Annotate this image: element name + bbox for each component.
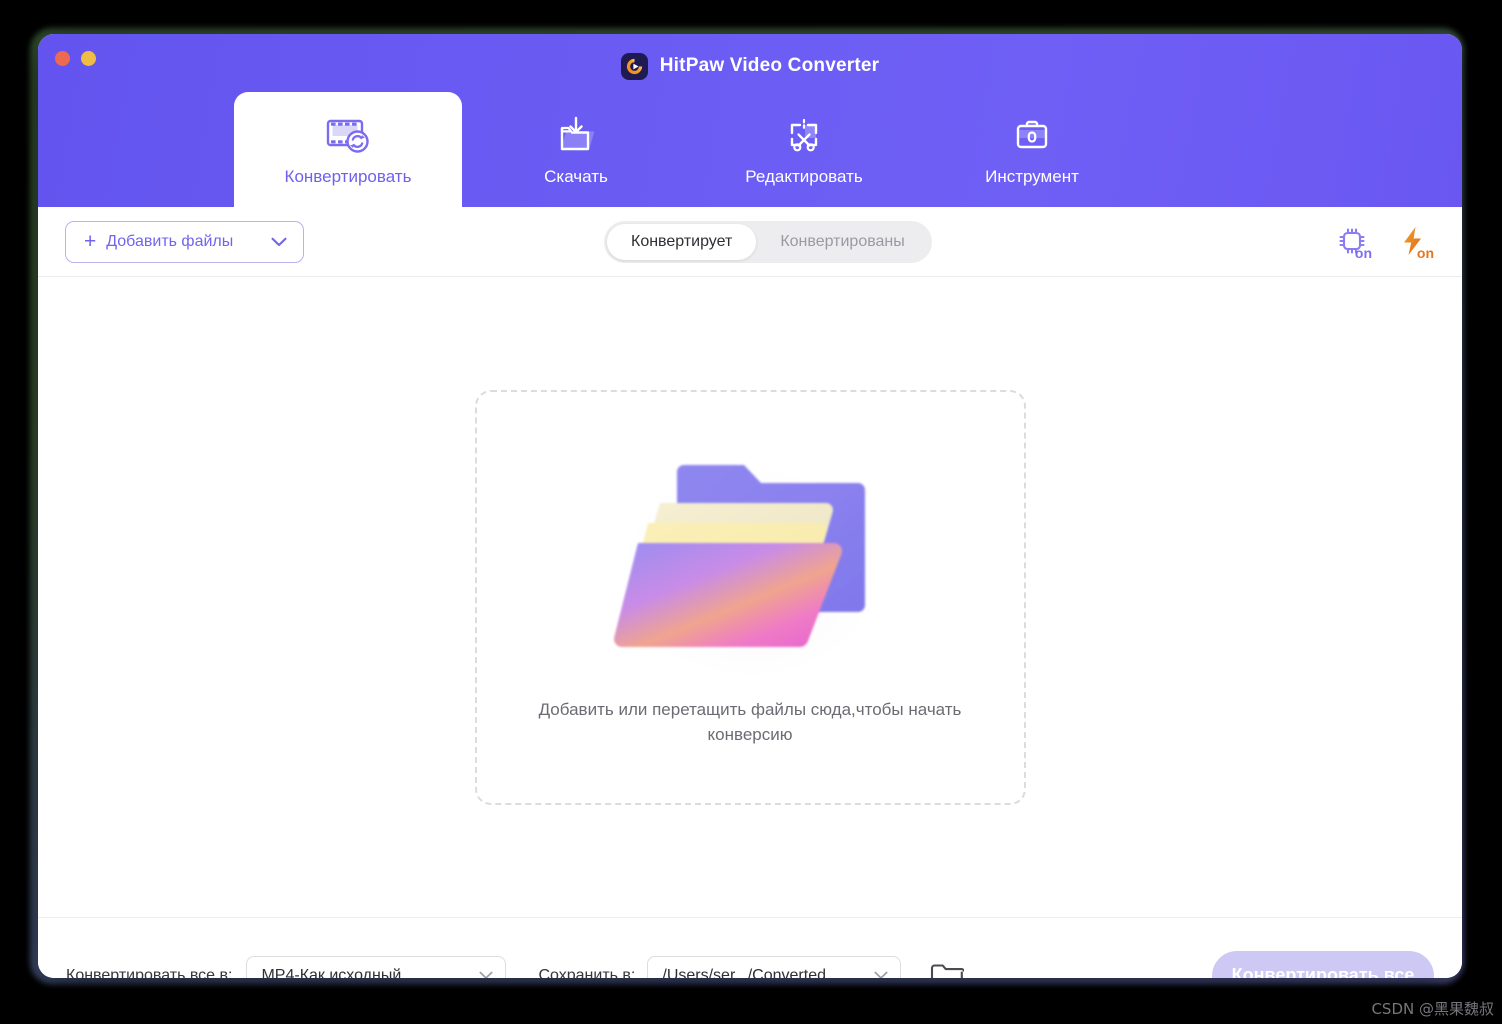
tab-convert[interactable]: Конвертировать <box>234 92 462 207</box>
main-tabs: Конвертировать Скачать Редактировать Инс… <box>38 92 1462 207</box>
toolbar-right-icons: on on <box>1330 219 1436 263</box>
toolbox-icon <box>1010 113 1054 159</box>
chevron-down-icon[interactable] <box>271 237 287 247</box>
footer-bar: Конвертировать все в: MP4-Как исходный С… <box>38 917 1462 978</box>
film-convert-icon <box>326 113 370 159</box>
toolbar: + Добавить файлы Конвертирует Конвертиро… <box>38 207 1462 277</box>
tab-download-label: Скачать <box>544 166 608 186</box>
hitpaw-logo-icon <box>620 52 648 80</box>
status-segmented-control: Конвертирует Конвертированы <box>604 221 932 263</box>
cpu-state-label: on <box>1354 245 1372 261</box>
dropzone-message: Добавить или перетащить файлы сюда,чтобы… <box>538 699 962 745</box>
format-select[interactable]: MP4-Как исходный <box>246 955 507 979</box>
convert-all-button[interactable]: Конвертировать все <box>1212 950 1434 978</box>
tab-tools[interactable]: Инструмент <box>918 92 1146 207</box>
segment-converted[interactable]: Конвертированы <box>756 224 928 260</box>
tab-edit-label: Редактировать <box>745 166 863 186</box>
lightning-bolt-icon[interactable]: on <box>1392 219 1436 263</box>
file-dropzone[interactable]: Добавить или перетащить файлы сюда,чтобы… <box>474 389 1026 805</box>
plus-icon: + <box>84 230 97 253</box>
tab-tools-label: Инструмент <box>985 166 1079 186</box>
main-content: Добавить или перетащить файлы сюда,чтобы… <box>38 277 1462 917</box>
chevron-down-icon[interactable] <box>874 971 888 978</box>
screen-root: HitPaw Video Converter Конвертировать Ск… <box>0 0 1502 1024</box>
folder-3d-illustration <box>600 429 900 679</box>
app-title: HitPaw Video Converter <box>659 55 880 76</box>
segment-converting[interactable]: Конвертирует <box>607 224 757 260</box>
chevron-down-icon[interactable] <box>479 971 493 978</box>
app-window: HitPaw Video Converter Конвертировать Ск… <box>38 34 1462 978</box>
watermark: CSDN @黑果魏叔 <box>1371 1000 1494 1018</box>
folder-open-icon[interactable] <box>927 956 967 978</box>
convert-all-to-label: Конвертировать все в: <box>66 966 233 979</box>
add-files-label: Добавить файлы <box>106 232 234 250</box>
crop-scissors-icon <box>781 113 827 159</box>
save-to-label: Сохранить в: <box>538 966 636 979</box>
tab-download[interactable]: Скачать <box>462 92 690 207</box>
path-select-value: /Users/ser.../Converted <box>662 966 826 979</box>
tab-edit[interactable]: Редактировать <box>690 92 918 207</box>
format-select-value: MP4-Как исходный <box>261 966 402 979</box>
convert-all-to-group: Конвертировать все в: MP4-Как исходный <box>66 955 507 979</box>
title-bar: HitPaw Video Converter <box>38 51 1462 81</box>
save-to-group: Сохранить в: /Users/ser.../Converted <box>538 955 967 979</box>
window-header: HitPaw Video Converter Конвертировать Ск… <box>38 34 1462 207</box>
download-folder-icon <box>553 113 599 159</box>
cpu-chip-icon[interactable]: on <box>1330 219 1374 263</box>
add-files-button[interactable]: + Добавить файлы <box>65 220 305 263</box>
boost-state-label: on <box>1416 245 1434 261</box>
path-select[interactable]: /Users/ser.../Converted <box>647 955 902 979</box>
tab-convert-label: Конвертировать <box>284 166 412 186</box>
